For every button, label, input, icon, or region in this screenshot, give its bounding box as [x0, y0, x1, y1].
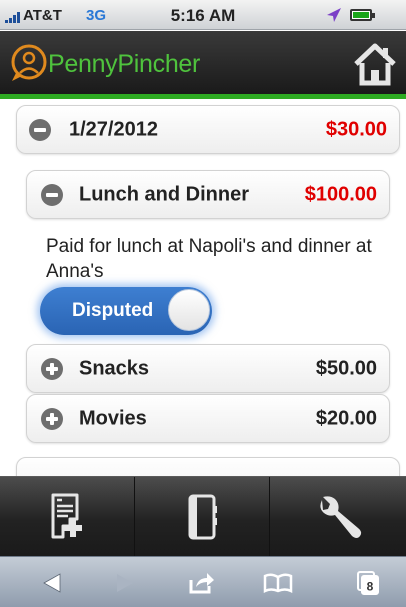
- collapse-icon: [41, 183, 63, 206]
- forward-button[interactable]: [95, 557, 155, 607]
- status-bar: AT&T 3G 5:16 AM: [0, 0, 406, 30]
- browser-toolbar: 8: [0, 556, 406, 607]
- status-time: 5:16 AM: [170, 6, 236, 25]
- tab-settings[interactable]: [271, 477, 406, 557]
- tab-new-receipt[interactable]: [0, 477, 135, 557]
- entry-date: 1/27/2012: [69, 118, 158, 140]
- toggle-label: Disputed: [72, 300, 154, 321]
- expense-item-description: Paid for lunch at Napoli's and dinner at…: [46, 236, 372, 282]
- forward-icon: [117, 573, 133, 592]
- expand-icon: [41, 407, 63, 430]
- expense-item-header[interactable]: Movies $20.00: [26, 394, 390, 443]
- expense-item-name: Movies: [79, 407, 147, 429]
- expense-item-header[interactable]: Snacks $50.00: [26, 344, 390, 393]
- expand-icon: [41, 357, 63, 380]
- toggle-knob[interactable]: [168, 289, 210, 331]
- expense-item-name: Lunch and Dinner: [79, 183, 249, 205]
- share-icon: [189, 572, 214, 593]
- entry-total: $30.00: [325, 118, 387, 140]
- open-tabs-count: 8: [366, 578, 374, 593]
- new-receipt-icon: [51, 493, 82, 539]
- share-button[interactable]: [172, 557, 232, 607]
- bookmarks-button[interactable]: [248, 557, 308, 607]
- home-icon[interactable]: [352, 41, 398, 87]
- bookmarks-icon: [263, 572, 293, 593]
- tab-bar: [0, 476, 406, 557]
- back-button[interactable]: [22, 557, 82, 607]
- expense-list: 1/27/2012 $30.00 Lunch and Dinner $100.0…: [0, 99, 406, 476]
- expense-item-header[interactable]: Lunch and Dinner $100.00: [26, 170, 390, 219]
- expense-item-amount: $20.00: [315, 407, 377, 429]
- battery-icon: [350, 9, 375, 21]
- tabs-button[interactable]: 8: [338, 557, 398, 607]
- pennypincher-logo-icon: [11, 44, 47, 81]
- date-entry-header[interactable]: 1/27/2012 $30.00: [16, 105, 400, 154]
- collapse-icon: [29, 118, 51, 141]
- back-icon: [43, 572, 61, 593]
- app-title: PennyPincher: [48, 50, 201, 78]
- wrench-icon: [319, 496, 361, 538]
- tab-notebook[interactable]: [136, 477, 270, 557]
- date-entry-header[interactable]: [16, 457, 400, 476]
- expense-item-amount: $100.00: [304, 183, 377, 205]
- expense-item-amount: $50.00: [315, 357, 377, 379]
- expense-item-name: Snacks: [79, 357, 150, 379]
- notebook-icon: [188, 494, 217, 540]
- disputed-toggle[interactable]: Disputed: [40, 287, 212, 335]
- location-arrow-icon: [327, 8, 341, 22]
